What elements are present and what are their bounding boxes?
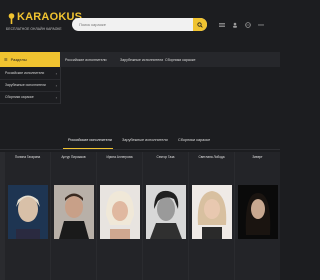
tab-collections[interactable]: Сборники караоке <box>178 138 210 142</box>
search-bar <box>72 18 207 31</box>
chevron-right-icon: › <box>55 94 57 100</box>
sidebar-item-label: Сборники караоке <box>5 95 34 99</box>
artist-grid: Полина Гагарина Артур Пирожков Ирина Алл… <box>0 152 280 280</box>
main-nav: ☰ Разделы Российские исполнители Зарубеж… <box>0 52 280 67</box>
sidebar-item-label: Российские исполнители <box>5 71 45 75</box>
artist-photo <box>238 185 278 239</box>
artist-card[interactable]: Ирина Аллегрова <box>97 152 142 280</box>
logo-subtitle: БЕСПЛАТНОЕ ОНЛАЙН КАРАОКЕ <box>6 27 62 31</box>
artist-tabs: Российские исполнители Зарубежные исполн… <box>60 134 280 148</box>
search-input[interactable] <box>79 18 189 31</box>
header: KARAOKUS БЕСПЛАТНОЕ ОНЛАЙН КАРАОКЕ <box>0 0 280 52</box>
artist-card[interactable]: Сектор Газа <box>143 152 188 280</box>
artist-name: Ирина Аллегрова <box>106 155 133 159</box>
artist-name: Зиверт <box>252 155 263 159</box>
artist-photo <box>146 185 186 239</box>
sections-icon: ☰ <box>4 57 8 62</box>
nav-sections-button[interactable]: ☰ Разделы <box>0 52 60 67</box>
chevron-right-icon: › <box>55 70 57 76</box>
active-tab-indicator <box>63 148 113 149</box>
artist-card[interactable]: Светлана Лобода <box>189 152 234 280</box>
nav-link-russian[interactable]: Российские исполнители <box>65 52 107 67</box>
tab-foreign[interactable]: Зарубежные исполнители <box>122 138 168 142</box>
artist-card[interactable]: Зиверт <box>235 152 280 280</box>
artist-name: Сектор Газа <box>156 155 175 159</box>
artist-photo <box>54 185 94 239</box>
nav-link-collections[interactable]: Сборники караоке <box>165 52 195 67</box>
artist-photo <box>192 185 232 239</box>
artist-card[interactable]: Полина Гагарина <box>5 152 50 280</box>
more-icon[interactable] <box>257 21 264 28</box>
sidebar-item-collections[interactable]: Сборники караоке › <box>0 91 60 104</box>
menu-icon[interactable] <box>218 21 225 28</box>
artist-photo <box>8 185 48 239</box>
globe-icon[interactable] <box>244 21 251 28</box>
artist-name: Светлана Лобода <box>198 155 225 159</box>
nav-link-foreign[interactable]: Зарубежные исполнители <box>120 52 163 67</box>
artist-card[interactable]: Артур Пирожков <box>51 152 96 280</box>
artist-name: Полина Гагарина <box>14 155 41 159</box>
tabs-divider <box>0 149 280 150</box>
sidebar-item-label: Зарубежные исполнители <box>5 83 46 87</box>
chevron-right-icon: › <box>55 82 57 88</box>
tab-russian[interactable]: Российские исполнители <box>68 138 112 142</box>
user-icon[interactable] <box>231 21 238 28</box>
artist-photo <box>100 185 140 239</box>
sidebar: Российские исполнители › Зарубежные испо… <box>0 67 61 104</box>
search-icon <box>197 21 203 28</box>
microphone-icon <box>8 13 15 24</box>
nav-sections-label: Разделы <box>10 57 27 62</box>
search-button[interactable] <box>193 18 207 31</box>
artist-name: Артур Пирожков <box>61 155 86 159</box>
